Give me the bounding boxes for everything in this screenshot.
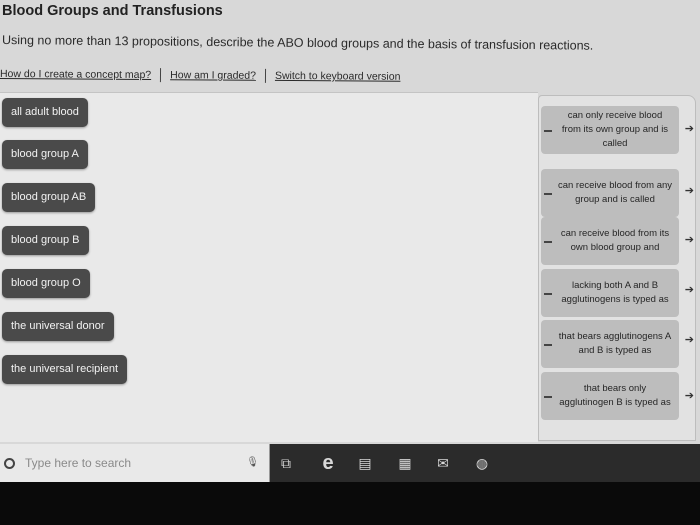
arrow-right-icon[interactable]: ➔ bbox=[685, 122, 694, 135]
arrow-right-icon[interactable]: ➔ bbox=[685, 283, 694, 296]
file-explorer-icon[interactable]: ▤ bbox=[355, 453, 375, 473]
arrow-right-icon[interactable]: ➔ bbox=[685, 184, 694, 197]
concept-chip-all-adult-blood[interactable]: all adult blood bbox=[2, 98, 88, 127]
concept-chip-blood-group-a[interactable]: blood group A bbox=[2, 140, 88, 169]
connector-dash bbox=[544, 344, 552, 346]
chrome-icon[interactable]: ◍ bbox=[472, 453, 492, 473]
connector-dash bbox=[544, 241, 552, 243]
grading-help-link[interactable]: How am I graded? bbox=[170, 69, 256, 82]
linking-phrase-text: can only receive blood from its own grou… bbox=[561, 110, 669, 149]
linking-phrase-text: can receive blood from its own blood gro… bbox=[560, 228, 670, 253]
search-icon bbox=[4, 457, 15, 469]
linking-phrase[interactable]: that bears agglutinogens A and B is type… bbox=[541, 320, 679, 368]
linking-phrases-panel: can only receive blood from its own grou… bbox=[538, 95, 696, 441]
link-separator bbox=[264, 68, 267, 83]
help-links: How do I create a concept map? How am I … bbox=[0, 64, 401, 87]
concept-chip-blood-group-o[interactable]: blood group O bbox=[2, 269, 90, 298]
concept-chip-blood-group-b[interactable]: blood group B bbox=[2, 226, 89, 255]
link-separator bbox=[160, 68, 162, 83]
page-title: Blood Groups and Transfusions bbox=[2, 3, 223, 19]
connector-dash bbox=[544, 396, 552, 398]
concept-chip-universal-recipient[interactable]: the universal recipient bbox=[2, 355, 128, 384]
linking-phrase[interactable]: that bears only agglutinogen B is typed … bbox=[541, 372, 679, 420]
linking-phrase-text: that bears agglutinogens A and B is type… bbox=[558, 331, 672, 356]
linking-phrase-text: can receive blood from any group and is … bbox=[557, 180, 673, 205]
microphone-icon[interactable]: 🎙 bbox=[246, 457, 259, 468]
mail-icon[interactable]: ✉ bbox=[433, 453, 453, 473]
concept-map-canvas[interactable]: all adult blood blood group A blood grou… bbox=[0, 92, 538, 442]
taskbar: Type here to search 🎙 ⧉ e ▤ ▦ ✉ ◍ bbox=[0, 444, 700, 482]
linking-phrase[interactable]: can receive blood from any group and is … bbox=[541, 169, 679, 217]
arrow-right-icon[interactable]: ➔ bbox=[685, 233, 694, 246]
linking-phrase[interactable]: lacking both A and B agglutinogens is ty… bbox=[541, 269, 679, 317]
store-icon[interactable]: ▦ bbox=[395, 453, 415, 473]
linking-phrase-text: that bears only agglutinogen B is typed … bbox=[559, 383, 671, 408]
task-view-icon[interactable]: ⧉ bbox=[276, 453, 296, 473]
arrow-right-icon[interactable]: ➔ bbox=[685, 389, 694, 402]
concept-map-help-link[interactable]: How do I create a concept map? bbox=[0, 68, 151, 81]
edge-icon[interactable]: e bbox=[318, 452, 338, 474]
concept-chip-universal-donor[interactable]: the universal donor bbox=[2, 312, 114, 341]
instruction-text: Using no more than 13 propositions, desc… bbox=[1, 33, 594, 53]
screen-bottom-bezel bbox=[0, 482, 700, 525]
concept-chip-blood-group-ab[interactable]: blood group AB bbox=[2, 183, 96, 212]
connector-dash bbox=[544, 130, 552, 132]
linking-phrase[interactable]: can receive blood from its own blood gro… bbox=[541, 217, 679, 265]
keyboard-version-link[interactable]: Switch to keyboard version bbox=[275, 70, 401, 83]
connector-dash bbox=[544, 293, 552, 295]
linking-phrase-text: lacking both A and B agglutinogens is ty… bbox=[561, 280, 669, 305]
search-placeholder: Type here to search bbox=[25, 456, 132, 470]
connector-dash bbox=[544, 193, 552, 195]
arrow-right-icon[interactable]: ➔ bbox=[685, 333, 694, 346]
taskbar-search-box[interactable]: Type here to search 🎙 bbox=[0, 444, 270, 482]
linking-phrase[interactable]: can only receive blood from its own grou… bbox=[541, 106, 679, 154]
